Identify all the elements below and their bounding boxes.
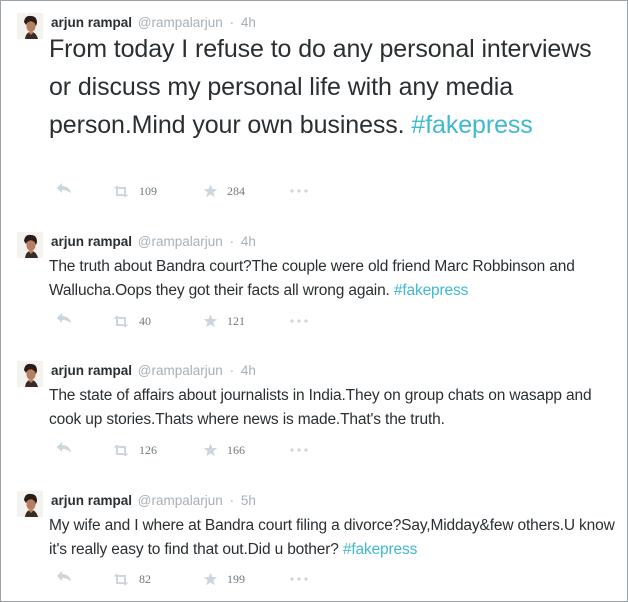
more-icon xyxy=(290,319,308,323)
favorite-button[interactable]: 166 xyxy=(203,441,245,459)
separator: · xyxy=(229,15,235,30)
username[interactable]: @rampalarjun xyxy=(138,234,223,249)
hashtag-link[interactable]: #fakepress xyxy=(394,282,468,299)
tweet-actions: 40 121 xyxy=(49,312,369,330)
favorite-button[interactable]: 121 xyxy=(203,312,245,330)
tweet-body: The state of affairs about journalists i… xyxy=(49,387,592,428)
tweet-body: The truth about Bandra court?The couple … xyxy=(49,258,575,299)
retweet-icon xyxy=(113,185,129,197)
retweet-icon xyxy=(113,444,129,456)
reply-icon xyxy=(56,571,71,582)
tweet-text: From today I refuse to do any personal i… xyxy=(49,30,615,144)
retweet-button[interactable]: 40 xyxy=(112,312,151,330)
timestamp[interactable]: 5h xyxy=(241,493,256,508)
star-icon xyxy=(203,443,218,457)
timeline: arjun rampal @rampalarjun · 4h From toda… xyxy=(0,0,628,602)
tweet-header: arjun rampal @rampalarjun · 4h xyxy=(51,362,256,380)
avatar[interactable] xyxy=(17,491,43,517)
star-icon xyxy=(203,314,218,328)
retweet-icon xyxy=(113,573,129,585)
avatar[interactable] xyxy=(17,232,43,258)
reply-button[interactable] xyxy=(56,441,72,454)
favorite-button[interactable]: 199 xyxy=(203,570,245,588)
retweet-count: 109 xyxy=(139,184,157,198)
star-icon xyxy=(203,572,218,586)
more-icon xyxy=(290,189,308,193)
tweet-header: arjun rampal @rampalarjun · 4h xyxy=(51,233,256,251)
more-button[interactable] xyxy=(290,319,308,323)
timestamp[interactable]: 4h xyxy=(241,363,256,378)
display-name[interactable]: arjun rampal xyxy=(51,15,132,30)
tweet-header: arjun rampal @rampalarjun · 5h xyxy=(51,492,256,510)
tweet-actions: 109 284 xyxy=(49,182,369,200)
reply-button[interactable] xyxy=(56,182,72,195)
retweet-icon xyxy=(113,315,129,327)
more-button[interactable] xyxy=(290,189,308,193)
timestamp[interactable]: 4h xyxy=(241,15,256,30)
more-icon xyxy=(290,448,308,452)
tweet[interactable]: arjun rampal @rampalarjun · 4h The state… xyxy=(1,361,627,461)
tweet-body: My wife and I where at Bandra court fili… xyxy=(49,517,615,558)
favorite-count: 166 xyxy=(227,443,245,457)
reply-icon xyxy=(56,442,71,453)
more-icon xyxy=(290,577,308,581)
favorite-count: 121 xyxy=(227,314,245,328)
tweet[interactable]: arjun rampal @rampalarjun · 5h My wife a… xyxy=(1,491,627,591)
avatar[interactable] xyxy=(17,361,43,387)
retweet-count: 126 xyxy=(139,443,157,457)
separator: · xyxy=(229,493,235,508)
reply-button[interactable] xyxy=(56,570,72,583)
username[interactable]: @rampalarjun xyxy=(138,363,223,378)
tweet-actions: 126 166 xyxy=(49,441,369,459)
tweet-text: The state of affairs about journalists i… xyxy=(49,384,615,432)
hashtag-link[interactable]: #fakepress xyxy=(343,541,417,558)
display-name[interactable]: arjun rampal xyxy=(51,234,132,249)
retweet-count: 40 xyxy=(139,314,151,328)
display-name[interactable]: arjun rampal xyxy=(51,493,132,508)
favorite-button[interactable]: 284 xyxy=(203,182,245,200)
retweet-button[interactable]: 109 xyxy=(112,182,157,200)
separator: · xyxy=(229,363,235,378)
display-name[interactable]: arjun rampal xyxy=(51,363,132,378)
favorite-count: 284 xyxy=(227,184,245,198)
retweet-count: 82 xyxy=(139,572,151,586)
avatar[interactable] xyxy=(17,13,43,39)
reply-icon xyxy=(56,183,71,194)
hashtag-link[interactable]: #fakepress xyxy=(411,111,532,139)
username[interactable]: @rampalarjun xyxy=(138,15,223,30)
separator: · xyxy=(229,234,235,249)
tweet-text: The truth about Bandra court?The couple … xyxy=(49,255,615,303)
star-icon xyxy=(203,184,218,198)
timestamp[interactable]: 4h xyxy=(241,234,256,249)
more-button[interactable] xyxy=(290,448,308,452)
retweet-button[interactable]: 126 xyxy=(112,441,157,459)
retweet-button[interactable]: 82 xyxy=(112,570,151,588)
reply-button[interactable] xyxy=(56,312,72,325)
tweet-text: My wife and I where at Bandra court fili… xyxy=(49,514,615,562)
tweet-actions: 82 199 xyxy=(49,570,369,588)
username[interactable]: @rampalarjun xyxy=(138,493,223,508)
tweet[interactable]: arjun rampal @rampalarjun · 4h The truth… xyxy=(1,232,627,332)
reply-icon xyxy=(56,313,71,324)
favorite-count: 199 xyxy=(227,572,245,586)
more-button[interactable] xyxy=(290,577,308,581)
tweet[interactable]: arjun rampal @rampalarjun · 4h From toda… xyxy=(1,13,627,203)
